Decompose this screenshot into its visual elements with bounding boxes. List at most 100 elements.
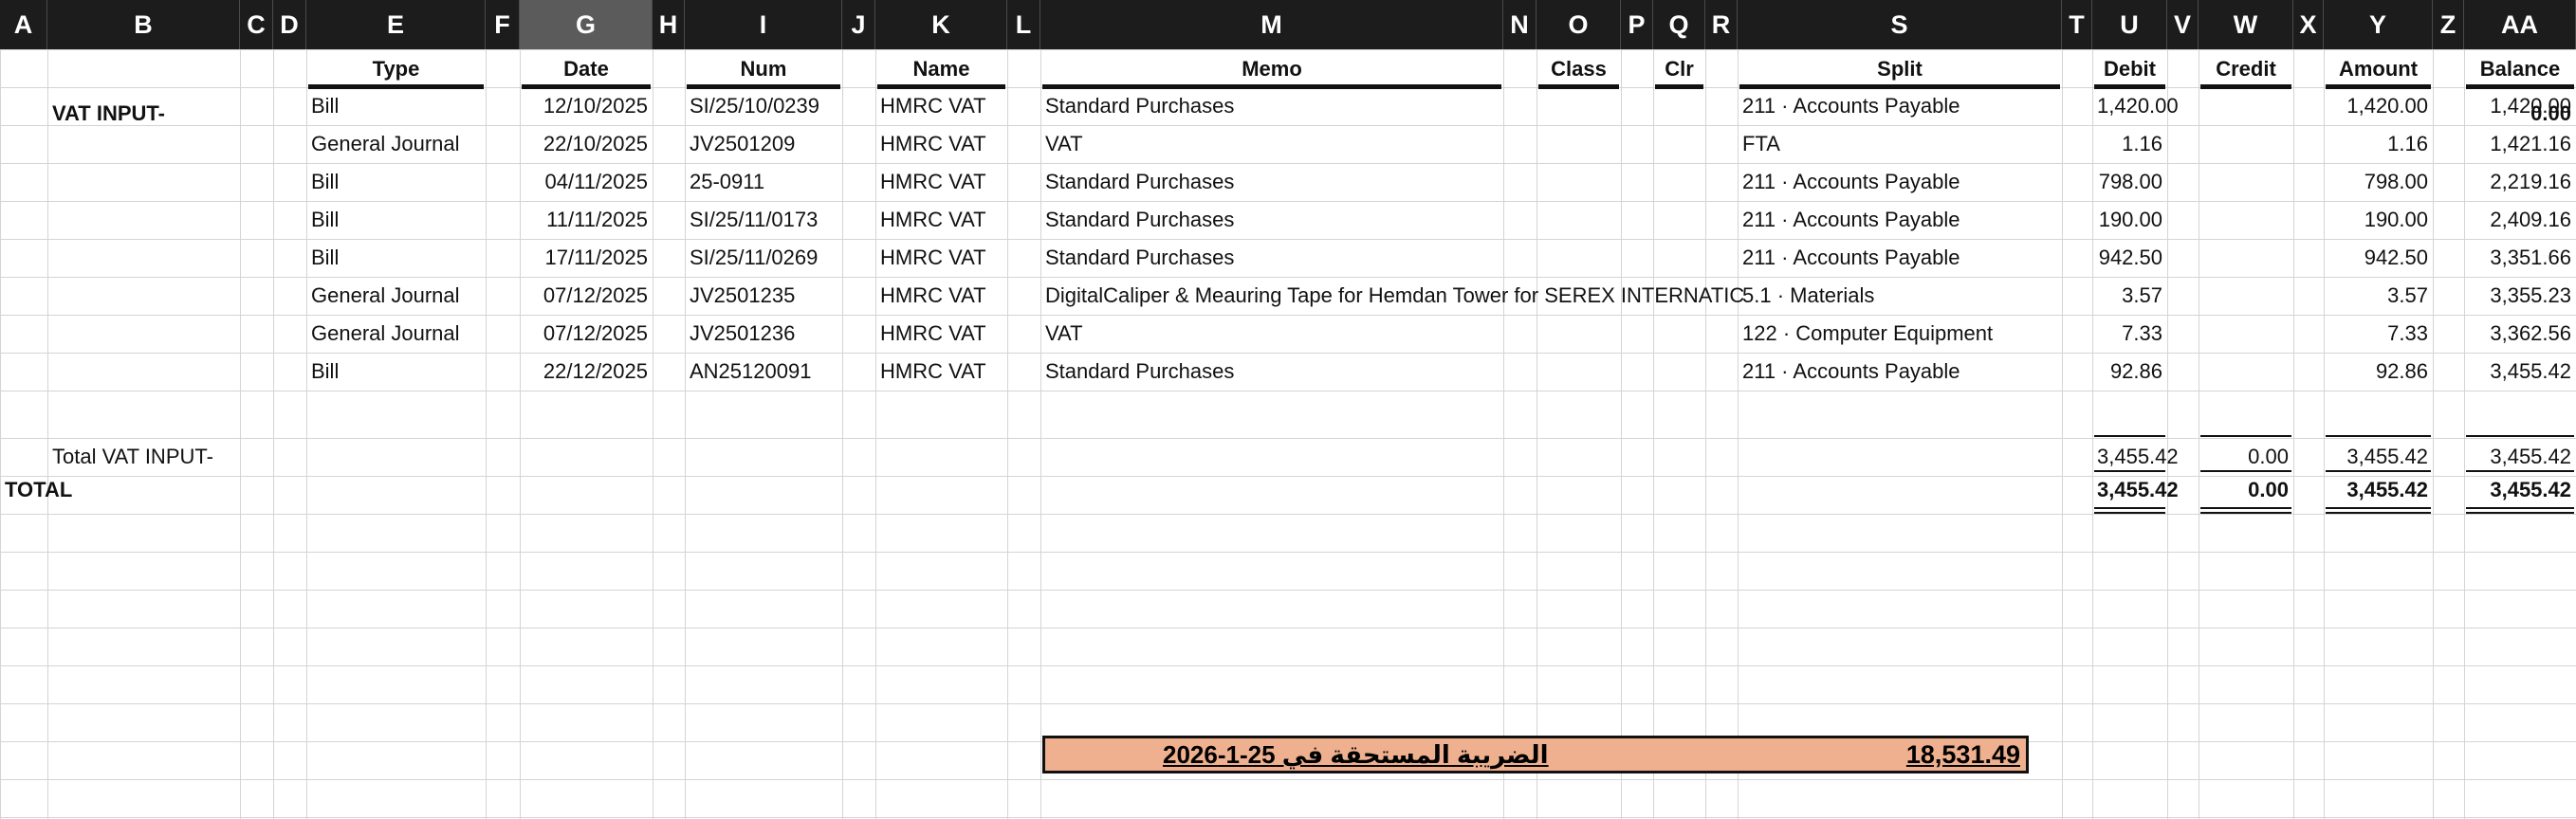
row-2-date[interactable]: 22/10/2025 [524, 125, 648, 163]
column-header-c[interactable]: C [240, 0, 273, 49]
row-6-split[interactable]: 5.1 · Materials [1742, 277, 2057, 315]
column-header-a[interactable]: A [0, 0, 47, 49]
row-7-date[interactable]: 07/12/2025 [524, 315, 648, 353]
column-header-z[interactable]: Z [2433, 0, 2464, 49]
column-header-l[interactable]: L [1007, 0, 1040, 49]
header-num[interactable]: Num [690, 50, 837, 88]
row-1-type[interactable]: Bill [311, 87, 481, 125]
total-balance[interactable]: 3,455.42 [2469, 471, 2571, 509]
row-4-name[interactable]: HMRC VAT [880, 201, 1003, 239]
section-title[interactable]: VAT INPUT- [52, 95, 302, 133]
row-2-name[interactable]: HMRC VAT [880, 125, 1003, 163]
header-debit[interactable]: Debit [2097, 50, 2162, 88]
row-8-date[interactable]: 22/12/2025 [524, 353, 648, 391]
row-2-memo[interactable]: VAT [1045, 125, 1766, 163]
total-debit[interactable]: 3,455.42 [2097, 471, 2179, 509]
column-header-u[interactable]: U [2092, 0, 2167, 49]
header-name[interactable]: Name [880, 50, 1003, 88]
column-header-g[interactable]: G [520, 0, 653, 49]
column-header-w[interactable]: W [2199, 0, 2293, 49]
row-6-balance[interactable]: 3,355.23 [2469, 277, 2571, 315]
total-label[interactable]: TOTAL [5, 471, 302, 509]
row-2-num[interactable]: JV2501209 [690, 125, 837, 163]
row-6-amount[interactable]: 3.57 [2328, 277, 2428, 315]
column-header-r[interactable]: R [1705, 0, 1738, 49]
row-4-type[interactable]: Bill [311, 201, 481, 239]
column-header-m[interactable]: M [1040, 0, 1503, 49]
row-6-num[interactable]: JV2501235 [690, 277, 837, 315]
row-7-amount[interactable]: 7.33 [2328, 315, 2428, 353]
row-5-debit[interactable]: 942.50 [2097, 239, 2162, 277]
header-type[interactable]: Type [311, 50, 481, 88]
row-7-balance[interactable]: 3,362.56 [2469, 315, 2571, 353]
column-header-s[interactable]: S [1738, 0, 2062, 49]
row-7-name[interactable]: HMRC VAT [880, 315, 1003, 353]
header-date[interactable]: Date [524, 50, 648, 88]
row-1-num[interactable]: SI/25/10/0239 [690, 87, 837, 125]
header-balance[interactable]: Balance [2469, 50, 2571, 88]
row-3-date[interactable]: 04/11/2025 [524, 163, 648, 201]
row-3-split[interactable]: 211 · Accounts Payable [1742, 163, 2057, 201]
row-4-amount[interactable]: 190.00 [2328, 201, 2428, 239]
column-header-t[interactable]: T [2062, 0, 2092, 49]
column-header-h[interactable]: H [653, 0, 685, 49]
row-5-balance[interactable]: 3,351.66 [2469, 239, 2571, 277]
header-split[interactable]: Split [1742, 50, 2057, 88]
row-5-memo[interactable]: Standard Purchases [1045, 239, 1766, 277]
row-5-split[interactable]: 211 · Accounts Payable [1742, 239, 2057, 277]
row-1-memo[interactable]: Standard Purchases [1045, 87, 1766, 125]
column-header-n[interactable]: N [1503, 0, 1536, 49]
row-1-split[interactable]: 211 · Accounts Payable [1742, 87, 2057, 125]
row-6-debit[interactable]: 3.57 [2097, 277, 2162, 315]
row-4-split[interactable]: 211 · Accounts Payable [1742, 201, 2057, 239]
row-5-date[interactable]: 17/11/2025 [524, 239, 648, 277]
header-amount[interactable]: Amount [2328, 50, 2428, 88]
row-3-memo[interactable]: Standard Purchases [1045, 163, 1766, 201]
row-4-debit[interactable]: 190.00 [2097, 201, 2162, 239]
total-amount[interactable]: 3,455.42 [2328, 471, 2428, 509]
column-header-x[interactable]: X [2293, 0, 2324, 49]
row-5-num[interactable]: SI/25/11/0269 [690, 239, 837, 277]
row-2-type[interactable]: General Journal [311, 125, 481, 163]
row-8-type[interactable]: Bill [311, 353, 481, 391]
row-6-type[interactable]: General Journal [311, 277, 481, 315]
row-8-amount[interactable]: 92.86 [2328, 353, 2428, 391]
row-8-balance[interactable]: 3,455.42 [2469, 353, 2571, 391]
row-1-date[interactable]: 12/10/2025 [524, 87, 648, 125]
row-4-memo[interactable]: Standard Purchases [1045, 201, 1766, 239]
total-credit[interactable]: 0.00 [2203, 471, 2289, 509]
row-5-amount[interactable]: 942.50 [2328, 239, 2428, 277]
column-header-k[interactable]: K [875, 0, 1007, 49]
row-1-debit[interactable]: 1,420.00 [2097, 87, 2179, 125]
row-1-amount[interactable]: 1,420.00 [2328, 87, 2428, 125]
column-header-d[interactable]: D [273, 0, 306, 49]
row-3-type[interactable]: Bill [311, 163, 481, 201]
vat-due-box[interactable]: الضريبة المستحقة في 25-1-2026 18,531.49 [1042, 736, 2029, 774]
row-4-num[interactable]: SI/25/11/0173 [690, 201, 837, 239]
row-7-num[interactable]: JV2501236 [690, 315, 837, 353]
row-3-name[interactable]: HMRC VAT [880, 163, 1003, 201]
row-3-debit[interactable]: 798.00 [2097, 163, 2162, 201]
row-4-balance[interactable]: 2,409.16 [2469, 201, 2571, 239]
row-2-debit[interactable]: 1.16 [2097, 125, 2162, 163]
row-6-memo[interactable]: DigitalCaliper & Meauring Tape for Hemda… [1045, 277, 1766, 315]
row-1-name[interactable]: HMRC VAT [880, 87, 1003, 125]
header-class[interactable]: Class [1541, 50, 1616, 88]
column-header-q[interactable]: Q [1653, 0, 1705, 49]
row-2-amount[interactable]: 1.16 [2328, 125, 2428, 163]
column-header-p[interactable]: P [1621, 0, 1653, 49]
column-header-j[interactable]: J [842, 0, 875, 49]
header-memo[interactable]: Memo [1045, 50, 1499, 88]
row-4-date[interactable]: 11/11/2025 [524, 201, 648, 239]
column-header-b[interactable]: B [47, 0, 240, 49]
row-6-name[interactable]: HMRC VAT [880, 277, 1003, 315]
header-clr[interactable]: Clr [1658, 50, 1701, 88]
column-header-f[interactable]: F [486, 0, 520, 49]
row-8-num[interactable]: AN25120091 [690, 353, 837, 391]
column-header-e[interactable]: E [306, 0, 486, 49]
row-3-balance[interactable]: 2,219.16 [2469, 163, 2571, 201]
subtotal-label[interactable]: Total VAT INPUT- [52, 438, 302, 476]
row-7-memo[interactable]: VAT [1045, 315, 1766, 353]
row-8-name[interactable]: HMRC VAT [880, 353, 1003, 391]
header-credit[interactable]: Credit [2203, 50, 2289, 88]
